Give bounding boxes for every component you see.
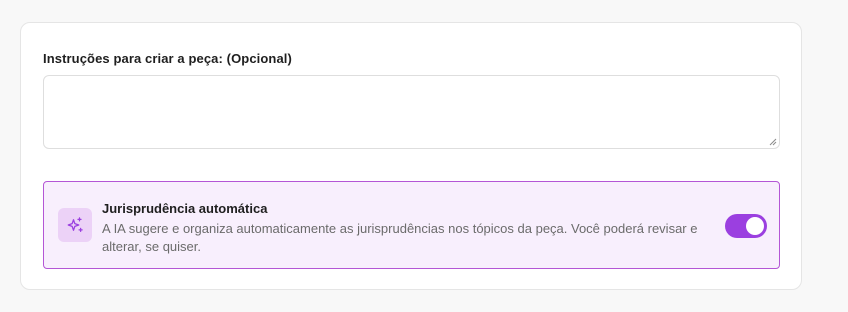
instructions-label: Instruções para criar a peça: (Opcional) bbox=[43, 51, 292, 66]
jurisprudence-toggle[interactable] bbox=[725, 214, 767, 238]
jurisprudence-panel: Jurisprudência automática A IA sugere e … bbox=[43, 181, 780, 269]
instructions-textarea[interactable] bbox=[43, 75, 780, 149]
sparkles-icon bbox=[58, 208, 92, 242]
resize-handle-icon[interactable] bbox=[769, 138, 777, 146]
form-card: Instruções para criar a peça: (Opcional)… bbox=[20, 22, 802, 290]
jurisprudence-title: Jurisprudência automática bbox=[102, 201, 268, 216]
toggle-knob bbox=[746, 217, 764, 235]
jurisprudence-description: A IA sugere e organiza automaticamente a… bbox=[102, 221, 698, 254]
